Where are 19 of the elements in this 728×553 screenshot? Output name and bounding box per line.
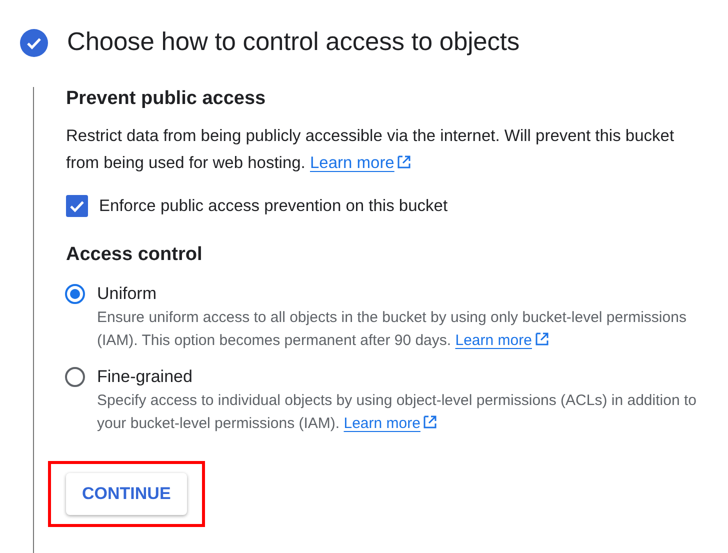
learn-more-link[interactable]: Learn more (310, 154, 394, 172)
option-description: Specify access to individual objects by using object-level permissions (ACLs) in addition to your bucket-level permissions (IAM). Learn more (97, 391, 698, 434)
option-description: Ensure uniform access to all objects in the bucket by using only bucket-level permissions (IAM). This option becomes permanent after 90 days. Learn more (97, 308, 688, 351)
external-link-icon (423, 415, 438, 429)
continue-button[interactable]: CONTINUE (66, 473, 187, 515)
external-link-icon (397, 155, 412, 169)
section-heading: Access control (66, 243, 204, 267)
checkbox-label: Enforce public access prevention on this bucket (99, 196, 448, 216)
radio-label: Uniform (97, 283, 158, 305)
section-description: Restrict data from being publicly accessible via the internet. Will prevent this bucket from being used for web hosting. Learn more (66, 126, 676, 174)
section-heading: Prevent public access (66, 87, 267, 111)
radio-button[interactable] (65, 367, 85, 387)
checkbox[interactable] (66, 195, 88, 217)
radio-label: Fine-grained (97, 366, 194, 388)
external-link-icon (534, 332, 549, 346)
learn-more-link[interactable]: Learn more (344, 415, 420, 432)
learn-more-link[interactable]: Learn more (455, 332, 532, 349)
step-title: Choose how to control access to objects (67, 28, 520, 57)
radio-button[interactable] (65, 284, 85, 304)
